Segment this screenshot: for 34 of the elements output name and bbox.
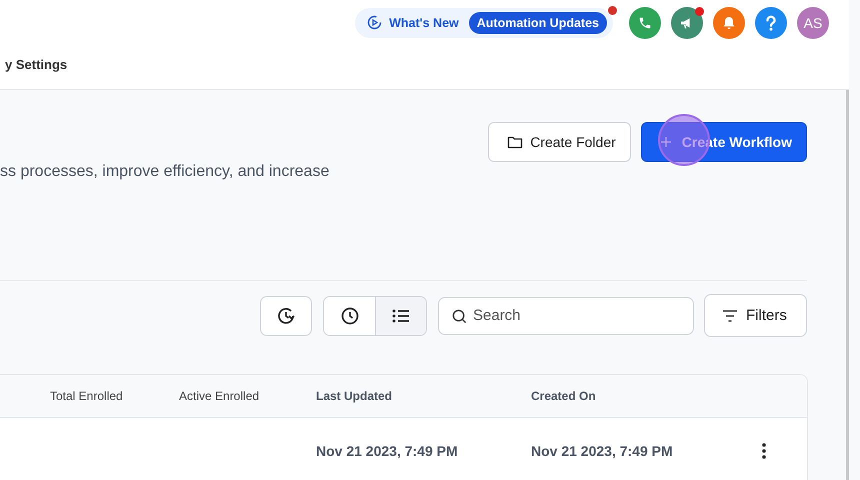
history-button[interactable] [260,296,312,336]
column-header: Total Enrolled [50,389,124,403]
more-icon[interactable] [762,443,766,459]
list-view-button[interactable] [375,296,426,334]
column-header: Active Enrolled [179,389,260,403]
page-description: ss processes, improve efficiency, and increase [0,163,330,182]
table-cell: Nov 21 2023, 7:49 PM [316,443,458,459]
automation-updates-badge[interactable]: Automation Updates [468,12,607,34]
clock-view-button[interactable] [324,296,375,334]
play-icon [367,15,384,31]
whats-new-label: What's New [389,16,459,30]
user-avatar[interactable]: AS [797,7,829,39]
megaphone-button[interactable] [671,7,703,39]
filter-icon [722,310,738,322]
help-button[interactable] [755,7,787,39]
bell-icon [721,15,737,31]
table-cell: Nov 21 2023, 7:49 PM [531,443,673,459]
create-workflow-button[interactable]: Create Workflow [640,122,807,162]
list-icon [392,308,410,324]
folder-icon [507,135,524,149]
nav-link[interactable]: y Settings [0,57,68,72]
plus-icon [660,136,672,148]
create-folder-button[interactable]: Create Folder [488,122,631,162]
bell-button[interactable] [713,7,745,39]
search-icon [452,308,467,324]
column-header: Created On [531,389,597,403]
help-icon [764,15,778,31]
phone-button[interactable] [629,7,661,39]
phone-icon [638,16,652,30]
column-header: Last Updated [316,389,394,403]
filters-button[interactable]: Filters [704,294,807,337]
clock-icon [340,306,360,326]
history-icon [276,306,296,326]
search-field[interactable]: Search [438,296,694,334]
